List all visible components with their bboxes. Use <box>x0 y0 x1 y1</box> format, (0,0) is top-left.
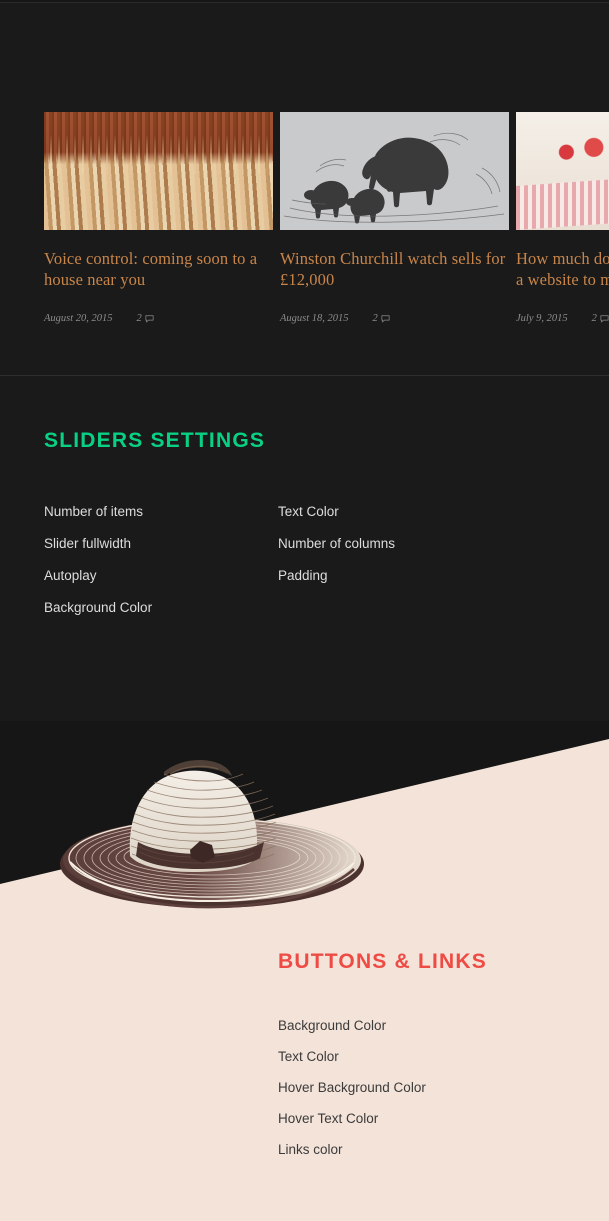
napkin-detail <box>516 169 609 230</box>
post-title[interactable]: How much does it cost to convert a websi… <box>516 248 609 290</box>
buttons-links-heading: BUTTONS & LINKS <box>278 950 487 974</box>
post-date: August 18, 2015 <box>280 313 349 324</box>
bear-engraving-art <box>283 132 505 224</box>
bear-engraving-illustration[interactable] <box>280 112 509 230</box>
setting-padding[interactable]: Padding <box>278 568 512 584</box>
posts-track[interactable]: Voice control: coming soon to a house ne… <box>44 112 609 372</box>
post-meta: August 18, 2015 2 <box>280 313 509 324</box>
setting-hover-background-color[interactable]: Hover Background Color <box>278 1080 609 1096</box>
post-date: July 9, 2015 <box>516 313 568 324</box>
sliders-settings-left-column: Number of items Slider fullwidth Autopla… <box>44 504 278 616</box>
sliders-settings-section: SLIDERS SETTINGS Number of items Slider … <box>0 376 609 721</box>
setting-slider-fullwidth[interactable]: Slider fullwidth <box>44 536 278 552</box>
comment-count-value: 2 <box>372 313 378 324</box>
setting-hover-text-color[interactable]: Hover Text Color <box>278 1111 609 1127</box>
sliders-settings-columns: Number of items Slider fullwidth Autopla… <box>44 504 564 616</box>
setting-text-color[interactable]: Text Color <box>278 504 512 520</box>
post-card[interactable]: Voice control: coming soon to a house ne… <box>44 112 273 372</box>
setting-background-color[interactable]: Background Color <box>44 600 278 616</box>
comment-count-value: 2 <box>591 313 597 324</box>
posts-slider-section: Voice control: coming soon to a house ne… <box>0 3 609 375</box>
comment-count-value: 2 <box>136 313 142 324</box>
speech-bubble-icon <box>381 314 390 323</box>
post-title[interactable]: Voice control: coming soon to a house ne… <box>44 248 273 290</box>
buttons-links-list: Background Color Text Color Hover Backgr… <box>278 1018 609 1158</box>
breakfast-table-photo[interactable] <box>516 112 609 230</box>
setting-text-color[interactable]: Text Color <box>278 1049 609 1065</box>
setting-autoplay[interactable]: Autoplay <box>44 568 278 584</box>
wheat-on-wood-photo[interactable] <box>44 112 273 230</box>
post-card[interactable]: Winston Churchill watch sells for £12,00… <box>280 112 509 372</box>
straw-hat-engraving <box>52 738 372 916</box>
speech-bubble-icon <box>145 314 154 323</box>
comment-count[interactable]: 2 <box>373 313 390 324</box>
post-card[interactable]: How much does it cost to convert a websi… <box>516 112 609 372</box>
setting-number-of-items[interactable]: Number of items <box>44 504 278 520</box>
buttons-links-section: BUTTONS & LINKS Background Color Text Co… <box>278 932 609 1158</box>
sliders-settings-right-column: Text Color Number of columns Padding <box>278 504 512 616</box>
post-meta: August 20, 2015 2 <box>44 313 273 324</box>
setting-number-of-columns[interactable]: Number of columns <box>278 536 512 552</box>
sliders-settings-heading: SLIDERS SETTINGS <box>44 429 266 453</box>
post-meta: July 9, 2015 2 <box>516 313 609 324</box>
straw-hat-art <box>60 760 364 909</box>
speech-bubble-icon <box>600 314 609 323</box>
post-date: August 20, 2015 <box>44 313 113 324</box>
comment-count[interactable]: 2 <box>592 313 609 324</box>
setting-links-color[interactable]: Links color <box>278 1142 609 1158</box>
post-title[interactable]: Winston Churchill watch sells for £12,00… <box>280 248 509 290</box>
page-root: Voice control: coming soon to a house ne… <box>0 0 609 1221</box>
setting-background-color[interactable]: Background Color <box>278 1018 609 1034</box>
comment-count[interactable]: 2 <box>137 313 154 324</box>
wheat-tips-detail <box>44 134 273 174</box>
